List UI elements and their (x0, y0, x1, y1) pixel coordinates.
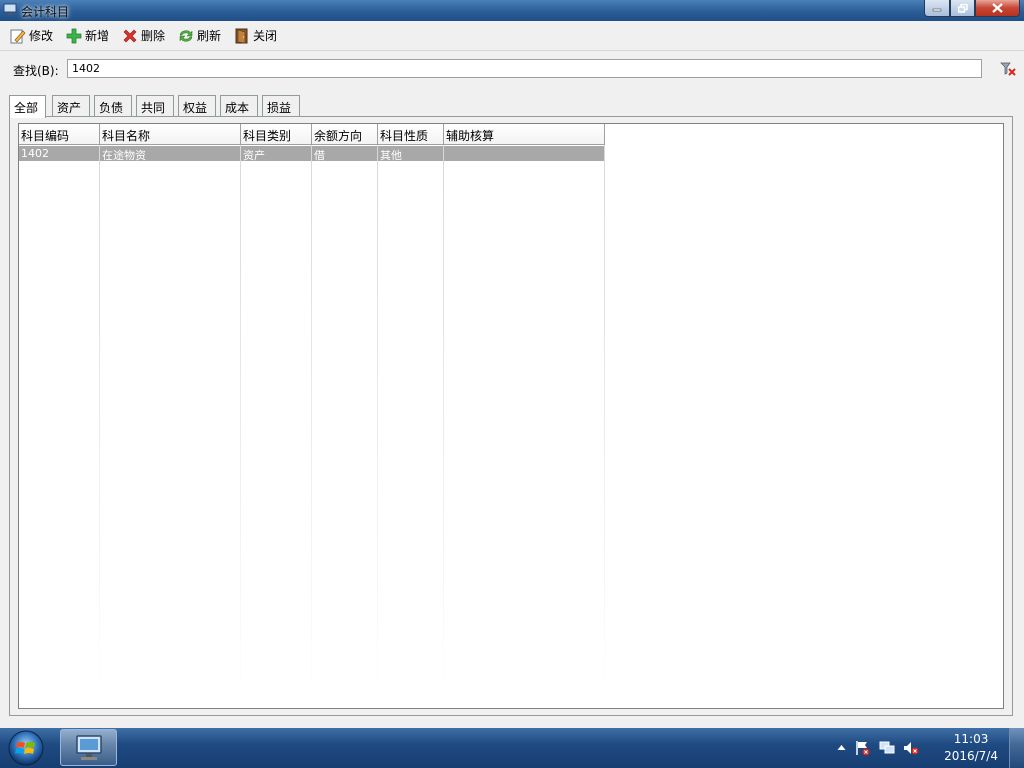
category-tabs: 全部 资产 负债 共同 权益 成本 损益 (9, 95, 1014, 118)
plus-icon (66, 28, 82, 43)
toolbar: 修改 新增 删除 刷新 关闭 (0, 21, 1024, 51)
tab-liabilities[interactable]: 负债 (94, 95, 132, 116)
clock[interactable]: 11:03 2016/7/4 (944, 731, 998, 765)
x-icon (123, 29, 137, 42)
cell-code: 1402 (21, 147, 49, 160)
edit-button[interactable]: 修改 (10, 25, 53, 46)
network-icon[interactable] (879, 740, 895, 756)
column-header-code[interactable]: 科目编码 (19, 124, 100, 145)
cell-nature: 其他 (380, 149, 402, 162)
minimize-icon (932, 8, 942, 12)
edit-label: 修改 (29, 29, 54, 43)
window-title: 会计科目 (21, 5, 70, 19)
column-header-balance-direction[interactable]: 余额方向 (312, 124, 378, 145)
tab-equity[interactable]: 权益 (178, 95, 216, 116)
column-divider (443, 145, 444, 705)
taskbar: 11:03 2016/7/4 (0, 728, 1024, 768)
tab-assets[interactable]: 资产 (52, 95, 90, 116)
close-window-button[interactable] (975, 0, 1020, 17)
find-row: 查找(B): (0, 55, 1024, 83)
close-button[interactable]: 关闭 (234, 25, 277, 46)
column-divider (604, 145, 605, 705)
column-divider (99, 145, 100, 705)
close-icon (992, 3, 1003, 13)
tab-profit-loss[interactable]: 损益 (262, 95, 300, 116)
clock-date: 2016/7/4 (944, 749, 998, 763)
refresh-label: 刷新 (197, 29, 222, 43)
system-tray: 11:03 2016/7/4 (834, 728, 1024, 768)
column-header-nature[interactable]: 科目性质 (378, 124, 444, 145)
column-divider (240, 145, 241, 705)
column-header-name[interactable]: 科目名称 (100, 124, 241, 145)
window-titlebar: 会计科目 (0, 0, 1024, 21)
column-divider (311, 145, 312, 705)
delete-label: 删除 (141, 29, 166, 43)
minimize-button[interactable] (924, 0, 950, 17)
table-row[interactable]: 1402 在途物资 资产 借 其他 (19, 146, 605, 162)
cell-auxiliary (444, 146, 605, 161)
show-desktop-button[interactable] (1009, 728, 1024, 768)
restore-icon (957, 3, 968, 13)
volume-muted-icon[interactable] (903, 740, 919, 756)
cell-balance-direction: 借 (314, 149, 325, 162)
tray-arrow-icon[interactable] (837, 744, 846, 751)
tab-cost[interactable]: 成本 (220, 95, 258, 116)
tab-all[interactable]: 全部 (9, 95, 46, 118)
accounts-grid[interactable]: 科目编码 科目名称 科目类别 余额方向 科目性质 辅助核算 1402 在途物资 … (18, 123, 1004, 709)
column-divider (377, 145, 378, 705)
add-label: 新增 (85, 29, 110, 43)
cell-category: 资产 (243, 149, 265, 162)
computer-icon (75, 734, 102, 760)
find-input[interactable] (67, 59, 982, 78)
pencil-icon (10, 29, 26, 43)
column-header-auxiliary[interactable]: 辅助核算 (444, 124, 605, 145)
clock-time: 11:03 (953, 732, 989, 746)
find-label: 查找(B): (13, 64, 59, 78)
clear-filter-icon[interactable] (1000, 61, 1016, 77)
refresh-icon (179, 29, 193, 42)
delete-button[interactable]: 删除 (122, 25, 165, 46)
close-label: 关闭 (253, 29, 278, 43)
restore-button[interactable] (950, 0, 975, 17)
flag-icon[interactable] (855, 740, 871, 756)
door-icon (235, 28, 248, 43)
computer-icon (3, 3, 17, 15)
grid-header: 科目编码 科目名称 科目类别 余额方向 科目性质 辅助核算 (19, 124, 605, 145)
taskbar-app-accounts[interactable] (60, 729, 117, 766)
add-button[interactable]: 新增 (66, 25, 109, 46)
refresh-button[interactable]: 刷新 (178, 25, 221, 46)
tab-common[interactable]: 共同 (136, 95, 174, 116)
column-header-category[interactable]: 科目类别 (241, 124, 312, 145)
cell-name: 在途物资 (102, 149, 146, 162)
windows-orb-icon[interactable] (4, 729, 48, 767)
